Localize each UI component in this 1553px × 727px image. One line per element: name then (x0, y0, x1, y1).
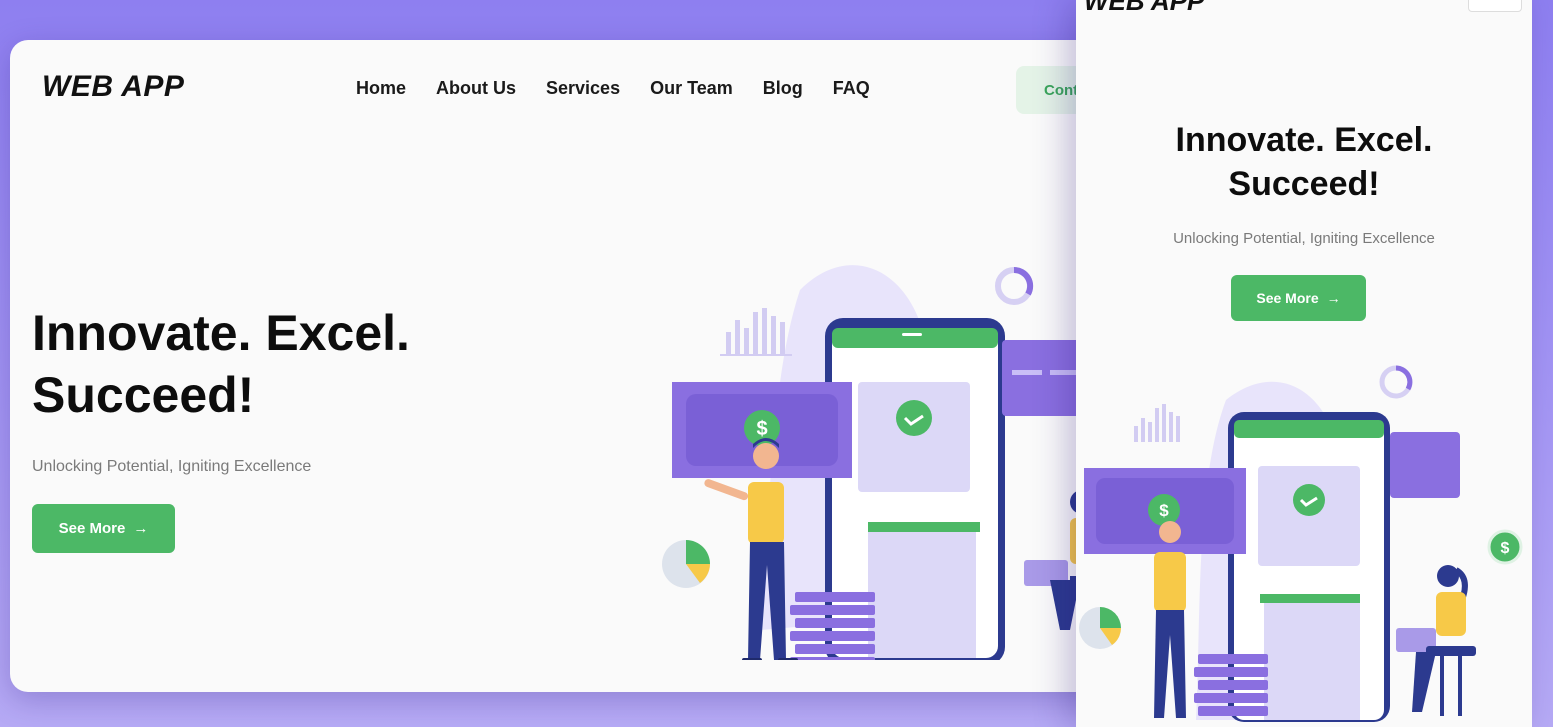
nav-item-our-team[interactable]: Our Team (650, 78, 733, 99)
bar-chart-icon (1134, 404, 1180, 442)
mobile-see-more-button[interactable]: See More → (1231, 275, 1366, 321)
nav-item-services[interactable]: Services (546, 78, 620, 99)
donut-ring-icon (1379, 365, 1413, 399)
hero-illustration: $ (662, 265, 1110, 660)
donut-ring-icon (995, 266, 1034, 305)
mobile-hero-title-line1: Innovate. Excel. (1175, 121, 1433, 159)
nav-item-blog[interactable]: Blog (763, 78, 803, 99)
dollar-coin-icon: $ (1487, 529, 1523, 565)
arrow-right-icon: → (1326, 290, 1341, 306)
pie-chart-icon (662, 540, 710, 588)
mobile-hero-title: Innovate. Excel. Succeed! (1076, 118, 1532, 206)
hero-title-line2: Succeed! (32, 367, 255, 423)
nav-item-faq[interactable]: FAQ (833, 78, 870, 99)
see-more-button[interactable]: See More → (32, 504, 175, 553)
checkmark-icon (1293, 484, 1325, 516)
hero-title: Innovate. Excel. Succeed! (32, 302, 410, 426)
mobile-preview: WEB APP Innovate. Excel. Succeed! Unlock… (1076, 0, 1532, 727)
mobile-see-more-label: See More (1256, 290, 1319, 306)
svg-text:$: $ (1501, 540, 1510, 557)
svg-text:$: $ (1159, 501, 1169, 520)
nav-item-about-us[interactable]: About Us (436, 78, 516, 99)
dollar-coin-icon: $ (1148, 494, 1180, 526)
desktop-preview: WEB APP Home About Us Services Our Team … (10, 40, 1110, 692)
arrow-right-icon: → (133, 520, 149, 537)
pie-chart-icon (1079, 607, 1121, 649)
main-nav: Home About Us Services Our Team Blog FAQ (356, 78, 870, 99)
hero-subtitle: Unlocking Potential, Igniting Excellence (32, 458, 312, 475)
mobile-hero-subtitle: Unlocking Potential, Igniting Excellence (1173, 230, 1435, 247)
hero-title-line1: Innovate. Excel. (32, 305, 410, 361)
svg-text:$: $ (756, 418, 767, 440)
mobile-hero-title-line2: Succeed! (1228, 165, 1380, 203)
bar-chart-icon (720, 308, 792, 356)
site-logo[interactable]: WEB APP (42, 70, 184, 104)
see-more-label: See More (58, 520, 126, 537)
sitting-person-figure (1396, 565, 1476, 716)
hamburger-menu-icon[interactable] (1468, 0, 1522, 12)
checkmark-icon (896, 400, 932, 436)
nav-item-home[interactable]: Home (356, 78, 406, 99)
mobile-site-logo[interactable]: WEB APP (1084, 0, 1204, 17)
mobile-hero-illustration: $ $ (1079, 365, 1523, 722)
